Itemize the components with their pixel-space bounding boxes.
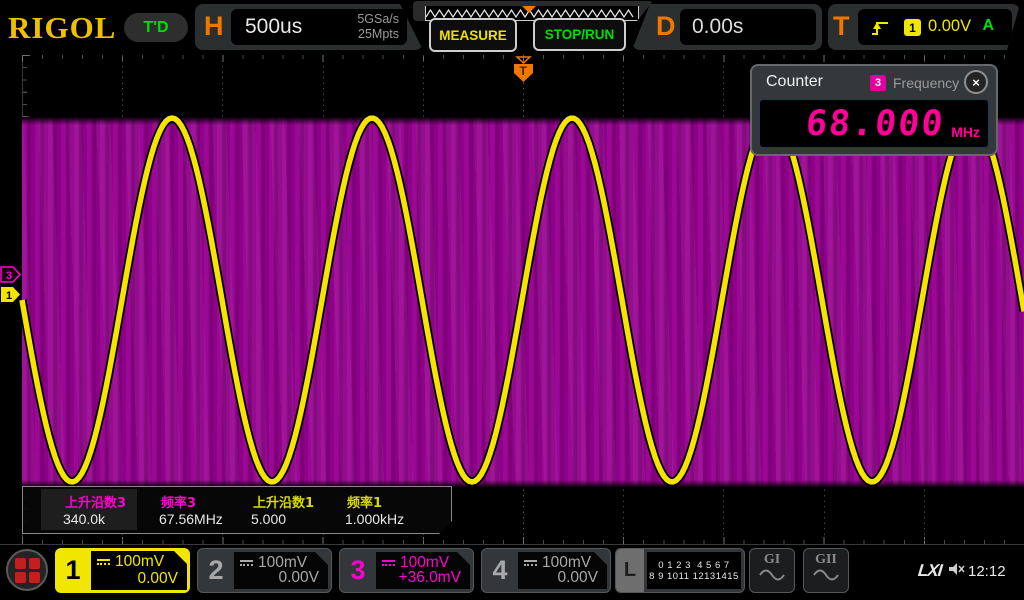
measure-button[interactable]: MEASURE <box>429 18 517 52</box>
delay-value: 0.00s <box>692 15 743 39</box>
counter-title: Counter <box>766 73 823 91</box>
trigger-block[interactable]: T 1 0.00V A <box>828 4 1020 50</box>
logic-channels-badge[interactable]: L 0 1 2 3 4 5 6 7 8 9 1011 12131415 <box>615 548 745 593</box>
trigger-label: T <box>833 11 850 42</box>
measurement-label: 频率1 <box>347 492 382 511</box>
channel1-badge[interactable]: 1 100mV 0.00V <box>55 548 190 593</box>
channel1-number: 1 <box>55 548 91 593</box>
rigol-logo: RIGOL <box>8 10 116 46</box>
delay-label: D <box>656 11 676 42</box>
channel4-offset: 0.00V <box>557 569 598 587</box>
close-icon[interactable]: × <box>964 70 988 94</box>
channel2-badge[interactable]: 2 100mV 0.00V <box>197 548 332 593</box>
counter-source-badge: 3 <box>870 75 886 91</box>
measurement-value: 1.000kHz <box>345 511 404 527</box>
trigger-position-marker[interactable]: T <box>510 56 538 83</box>
channel2-number: 2 <box>198 549 234 592</box>
dc-coupling-icon <box>97 559 110 565</box>
counter-panel: Counter 3 Frequency × 68.000 MHz <box>750 64 998 156</box>
generator1-button[interactable]: GI <box>749 548 795 593</box>
delay-box: 0.00s <box>680 9 816 45</box>
channel3-number: 3 <box>340 549 376 592</box>
menu-grid-icon <box>15 558 39 582</box>
generator1-label: GI <box>750 552 794 568</box>
measurement-label: 频率3 <box>161 492 196 511</box>
channel1-level-marker[interactable]: 1 <box>0 286 22 304</box>
measurement-value: 5.000 <box>251 511 286 527</box>
trigger-box: 1 0.00V A <box>858 9 1012 45</box>
channel3-badge[interactable]: 3 100mV +36.0mV <box>339 548 474 593</box>
memory-trigger-pointer-icon <box>522 6 536 13</box>
generator2-label: GII <box>804 552 848 568</box>
measurement-panel[interactable]: 上升沿数3 340.0k 频率3 67.56MHz 上升沿数1 5.000 频率… <box>22 486 452 534</box>
stop-run-button[interactable]: STOP/RUN <box>533 18 626 51</box>
channel1-scale: 100mV <box>115 553 164 571</box>
sample-rate: 5GSa/s <box>357 12 399 27</box>
generator2-button[interactable]: GII <box>803 548 849 593</box>
menu-button[interactable] <box>6 549 48 591</box>
memory-depth: 25Mpts <box>357 27 399 42</box>
delay-block[interactable]: D 0.00s <box>632 4 822 50</box>
horizontal-label: H <box>204 11 224 42</box>
measurement-value: 340.0k <box>63 511 105 527</box>
channel4-number: 4 <box>482 549 518 592</box>
logic-row1: 0 1 2 3 4 5 6 7 <box>658 560 729 571</box>
channel3-panel: 100mV +36.0mV <box>376 552 470 589</box>
lxi-logo: LXI <box>917 561 943 581</box>
acquisition-info: 5GSa/s 25Mpts <box>357 12 399 42</box>
bottom-status-bar: 1 100mV 0.00V 2 100mV 0.00V 3 100mV +36.… <box>0 545 1024 600</box>
trigger-source-badge: 1 <box>904 19 921 36</box>
top-status-bar: RIGOL T'D H 500us 5GSa/s 25Mpts MEASURE … <box>0 0 1024 55</box>
measurement-value: 67.56MHz <box>159 511 223 527</box>
sine-icon <box>812 568 840 581</box>
timebase-box[interactable]: 500us 5GSa/s 25Mpts <box>231 9 407 45</box>
counter-display: 68.000 MHz <box>759 99 989 148</box>
logic-label: L <box>616 549 644 592</box>
channel2-panel: 100mV 0.00V <box>234 552 328 589</box>
counter-mode-label: Frequency <box>893 75 959 91</box>
channel2-offset: 0.00V <box>278 569 319 587</box>
channel3-waveform-band <box>22 117 1024 487</box>
dc-coupling-icon <box>240 560 253 566</box>
logic-row2: 8 9 1011 12131415 <box>649 571 739 582</box>
sound-muted-icon[interactable] <box>948 562 966 578</box>
measurement-label: 上升沿数1 <box>253 492 314 511</box>
svg-text:T: T <box>520 64 528 78</box>
counter-frequency-value: 68.000 <box>803 104 946 144</box>
trigger-status-badge: T'D <box>124 13 188 42</box>
channel4-badge[interactable]: 4 100mV 0.00V <box>481 548 611 593</box>
trigger-mode-indicator: A <box>982 17 994 35</box>
dc-coupling-icon <box>382 560 395 566</box>
timebase-value: 500us <box>245 15 302 39</box>
trigger-level-value: 0.00V <box>928 17 971 36</box>
horizontal-block[interactable]: H 500us 5GSa/s 25Mpts <box>195 4 423 50</box>
channel1-offset: 0.00V <box>137 570 178 588</box>
counter-unit: MHz <box>951 124 980 140</box>
channel3-offset: +36.0mV <box>399 569 461 587</box>
system-time: 12:12 <box>968 563 1006 580</box>
dc-coupling-icon <box>524 560 537 566</box>
sine-icon <box>758 568 786 581</box>
logic-channel-numbers: 0 1 2 3 4 5 6 7 8 9 1011 12131415 <box>647 552 741 589</box>
trigger-slope-icon <box>870 18 892 38</box>
channel4-panel: 100mV 0.00V <box>518 552 607 589</box>
svg-text:1: 1 <box>6 290 12 302</box>
measurement-label: 上升沿数3 <box>65 492 126 511</box>
svg-text:3: 3 <box>6 270 12 282</box>
channel1-panel: 100mV 0.00V <box>91 551 187 590</box>
channel3-level-marker[interactable]: 3 <box>0 266 22 284</box>
